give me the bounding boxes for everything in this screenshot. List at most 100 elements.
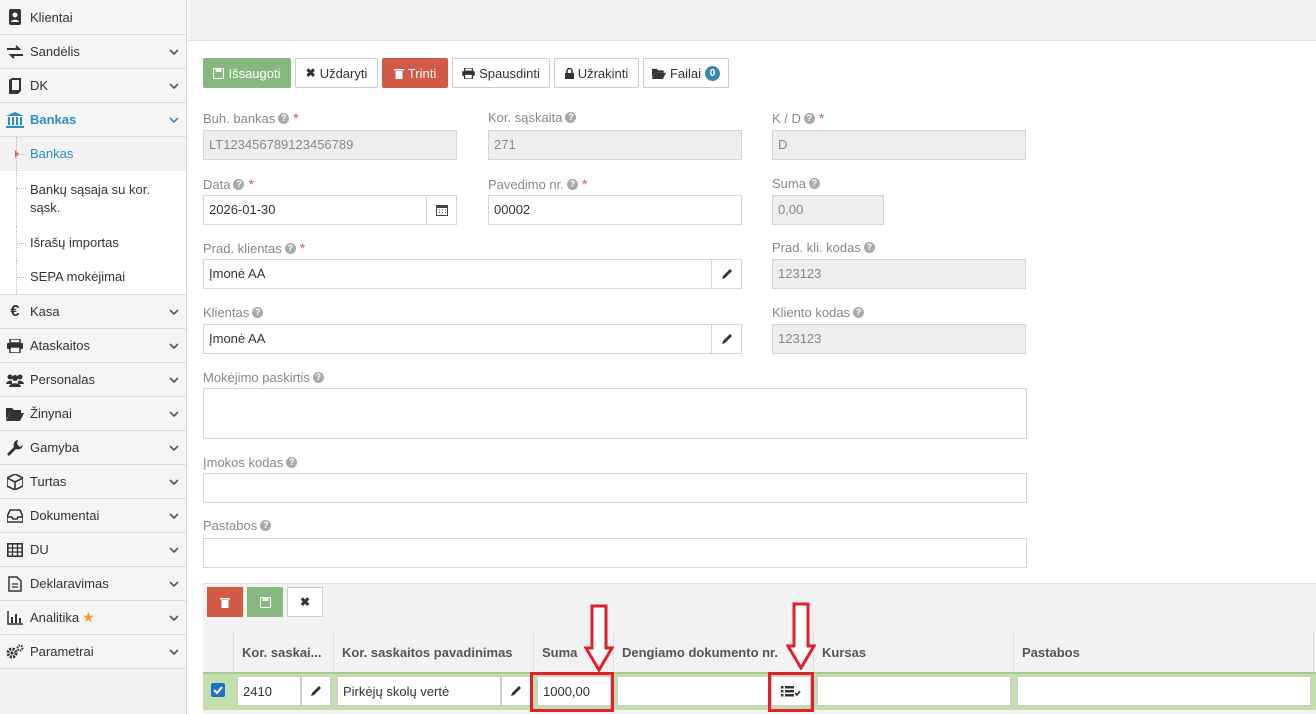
sidebar-item-ataskaitos[interactable]: Ataskaitos	[0, 329, 186, 363]
sidebar-item-personalas[interactable]: Personalas	[0, 363, 186, 397]
buh-bankas-field[interactable]: LT123456789123456789	[203, 130, 457, 160]
sidebar-item-deklaravimas[interactable]: Deklaravimas	[0, 567, 186, 601]
sidebar-item-analitika[interactable]: Analitika ★	[0, 601, 186, 635]
klientas-field[interactable]: Įmonė AA	[203, 324, 712, 354]
edit-klientas-button[interactable]	[712, 324, 742, 354]
bank-icon	[6, 111, 24, 129]
label-text: Pastabos	[203, 518, 258, 533]
sidebar: Klientai Sandėlis DK Bankas Bankas Bankų…	[0, 0, 187, 714]
required-marker: *	[581, 176, 588, 192]
edit-prad-klientas-button[interactable]	[712, 259, 742, 289]
folder-open-icon	[6, 405, 24, 423]
dengiamo-dok-cell-input[interactable]	[617, 676, 771, 706]
submenu-item-sepa[interactable]: SEPA mokėjimai	[0, 260, 186, 294]
column-select	[203, 632, 234, 672]
sidebar-item-bankas[interactable]: Bankas	[0, 103, 186, 137]
pastabos-field[interactable]	[203, 538, 1027, 568]
sidebar-item-dk[interactable]: DK	[0, 69, 186, 103]
prad-klientas-field[interactable]: Įmonė AA	[203, 259, 712, 289]
submenu-item-label: SEPA mokėjimai	[30, 269, 126, 284]
label-text: Mokėjimo paskirtis	[203, 370, 310, 385]
sidebar-item-zinynai[interactable]: Žinynai	[0, 397, 186, 431]
label-text: Klientas	[203, 305, 250, 320]
date-field[interactable]: 2026-01-30	[203, 195, 427, 225]
help-icon[interactable]: ?	[565, 112, 577, 123]
column-header-pastabos[interactable]: Pastabos	[1014, 632, 1314, 672]
sidebar-item-turtas[interactable]: Turtas	[0, 465, 186, 499]
mokejimo-paskirtis-textarea[interactable]	[203, 388, 1027, 439]
help-icon[interactable]: ?	[853, 307, 865, 318]
label-text: Suma	[772, 176, 806, 191]
close-button[interactable]: ✖ Uždaryti	[295, 58, 378, 88]
pavedimo-nr-field[interactable]: 00002	[488, 195, 742, 225]
print-icon	[462, 67, 475, 79]
label-text: Kliento kodas	[772, 305, 851, 320]
help-icon[interactable]: ?	[312, 372, 324, 383]
imokos-kodas-field[interactable]	[203, 473, 1027, 503]
help-icon[interactable]: ?	[863, 242, 875, 253]
print-button[interactable]: Spausdinti	[452, 58, 550, 88]
kursas-cell-input[interactable]	[817, 676, 1011, 706]
files-count-badge: 0	[705, 65, 721, 81]
submenu-item-label: Bankų sąsaja su kor. sąsk.	[30, 181, 150, 215]
help-icon[interactable]: ?	[278, 112, 290, 124]
save-button[interactable]: Išsaugoti	[203, 58, 291, 88]
sidebar-item-parametrai[interactable]: Parametrai	[0, 635, 186, 669]
klientas-label: Klientas?	[203, 305, 264, 320]
sidebar-item-gamyba[interactable]: Gamyba	[0, 431, 186, 465]
label-text: Data	[203, 176, 231, 192]
suma-field[interactable]: 0,00	[772, 195, 884, 225]
kor-saskaita-cell-input[interactable]: 2410	[237, 676, 301, 706]
lock-icon	[564, 67, 574, 79]
submenu-item-banku-sasaja[interactable]: Bankų sąsaja su kor. sąsk.	[0, 171, 186, 226]
sidebar-item-klientai[interactable]: Klientai	[0, 0, 186, 35]
help-icon[interactable]: ?	[233, 178, 245, 190]
delete-button[interactable]: Trinti	[382, 58, 448, 88]
submenu-item-israsu-importas[interactable]: Išrašų importas	[0, 226, 186, 260]
sidebar-item-label: DK	[30, 78, 49, 93]
kd-field[interactable]: D	[772, 130, 1026, 160]
files-button[interactable]: Failai 0	[643, 58, 729, 88]
users-icon	[6, 371, 24, 389]
sidebar-item-sandelis[interactable]: Sandėlis	[0, 35, 186, 69]
help-icon[interactable]: ?	[252, 307, 264, 318]
kliento-kodas-field[interactable]: 123123	[772, 324, 1026, 354]
help-icon[interactable]: ?	[284, 242, 296, 254]
column-header-kor-saskaita[interactable]: Kor. saskai...	[234, 632, 334, 672]
chevron-down-icon	[169, 83, 179, 90]
sidebar-item-label: Gamyba	[30, 440, 80, 455]
contacts-icon	[6, 8, 24, 26]
submenu-item-bankas[interactable]: Bankas	[0, 137, 186, 171]
column-header-dengiamo-dok[interactable]: Dengiamo dokumento nr.	[614, 632, 814, 672]
save-button-label: Išsaugoti	[228, 65, 281, 81]
pavadinimas-edit-button[interactable]	[501, 676, 531, 706]
close-icon: ✖	[305, 66, 316, 80]
floppy-icon	[259, 596, 271, 608]
column-header-kursas[interactable]: Kursas	[814, 632, 1014, 672]
sidebar-item-kasa[interactable]: € Kasa	[0, 295, 186, 329]
pastabos-cell-input[interactable]	[1017, 676, 1311, 706]
lock-button[interactable]: Užrakinti	[554, 58, 639, 88]
grid-delete-button[interactable]	[207, 587, 243, 617]
kor-saskaita-edit-button[interactable]	[301, 676, 331, 706]
help-icon[interactable]: ?	[286, 457, 298, 468]
help-icon[interactable]: ?	[803, 112, 815, 124]
row-checkbox[interactable]	[211, 683, 225, 697]
calendar-button[interactable]	[427, 195, 457, 225]
pavadinimas-cell-input[interactable]: Pirkėjų skolų vertė	[337, 676, 501, 706]
grid-cancel-button[interactable]: ✖	[287, 587, 323, 617]
column-header-pavadinimas[interactable]: Kor. saskaitos pavadinimas	[334, 632, 534, 672]
imokos-kodas-label: Įmokos kodas?	[203, 455, 298, 470]
cube-icon	[6, 473, 24, 491]
chevron-down-icon	[169, 649, 179, 656]
sidebar-item-du[interactable]: DU	[0, 533, 186, 567]
prad-kli-kodas-field[interactable]: 123123	[772, 259, 1026, 289]
kor-saskaita-field[interactable]: 271	[488, 130, 742, 160]
label-text: Kor. sąskaita	[488, 110, 563, 125]
chevron-down-icon	[169, 581, 179, 588]
sidebar-item-dokumentai[interactable]: Dokumentai	[0, 499, 186, 533]
help-icon[interactable]: ?	[260, 520, 272, 531]
help-icon[interactable]: ?	[808, 178, 820, 189]
help-icon[interactable]: ?	[566, 178, 578, 190]
grid-save-button[interactable]	[247, 587, 283, 617]
